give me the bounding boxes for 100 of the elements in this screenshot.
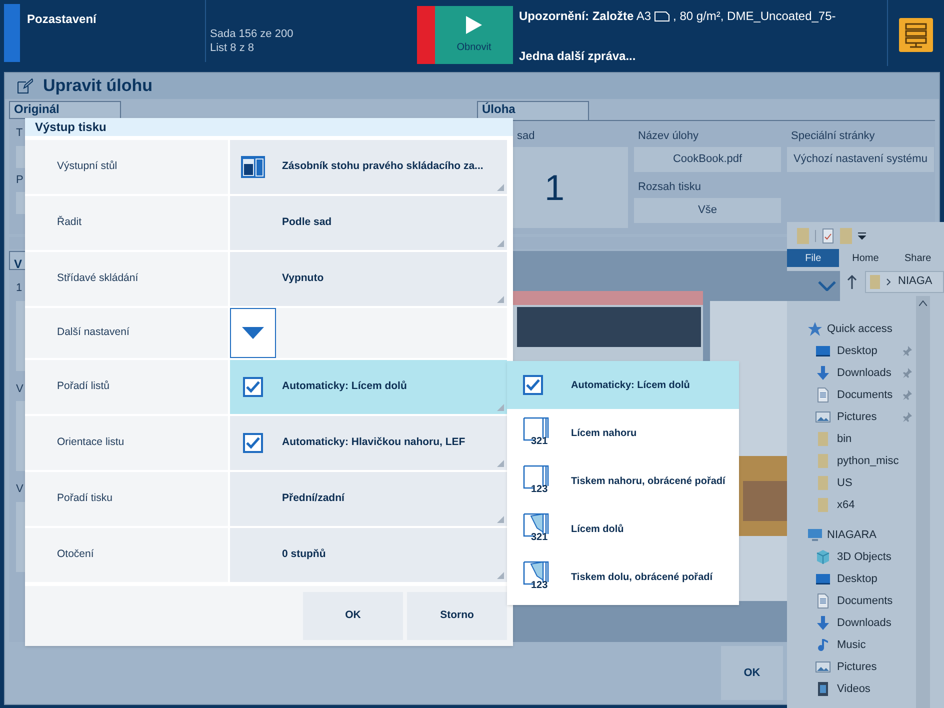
pin-icon[interactable] [902, 368, 912, 378]
field-label: 1 [16, 281, 22, 296]
expand-button[interactable] [230, 308, 276, 358]
menu-item[interactable]: Automaticky: Lícem dolů [507, 361, 739, 409]
ok-button[interactable]: OK [721, 646, 783, 700]
down-triangle-icon [242, 327, 264, 339]
alert-message: Upozornění: Založte A3 [519, 8, 652, 25]
chevron-down-icon [818, 281, 836, 291]
nav-item[interactable]: Downloads [807, 362, 916, 384]
dropdown-corner-icon [497, 296, 504, 303]
field-label: V [16, 482, 24, 497]
setting-label: Pořadí listů [57, 379, 110, 394]
alert-indicator [417, 6, 435, 64]
field[interactable]: Vše [634, 198, 781, 223]
nav-item[interactable]: Videos [807, 678, 916, 700]
dialog-button[interactable]: Storno [407, 592, 507, 640]
order-digits: 123 [531, 581, 548, 591]
nav-item[interactable]: Pictures [807, 656, 916, 678]
menu-item[interactable]: 321 Lícem dolů [507, 505, 739, 553]
field-label: Rozsah tisku [637, 180, 702, 195]
dropdown-corner-icon [497, 572, 504, 579]
option-select[interactable]: Podle sad [230, 196, 507, 250]
nav-item[interactable]: NIAGARA [807, 524, 916, 546]
set-counter: Sada 156 ze 200 [210, 27, 294, 41]
setting-label: Řadit [57, 215, 82, 230]
menu-item[interactable]: 123 Tiskem dolu, obrácené pořadí [507, 553, 739, 601]
nav-item[interactable]: Documents [807, 590, 916, 612]
tab[interactable]: Originál [9, 101, 121, 118]
nav-item[interactable]: x64 [807, 494, 916, 516]
menu-item[interactable]: 123 Tiskem nahoru, obrácené pořadí [507, 457, 739, 505]
nav-item[interactable]: bin [807, 428, 916, 450]
nav-item[interactable]: Desktop [807, 568, 916, 590]
checked-document-icon[interactable] [822, 228, 834, 244]
scrollbar[interactable] [916, 296, 930, 708]
dropdown-corner-icon [497, 460, 504, 467]
setting-label: Výstupní stůl [57, 159, 118, 174]
status-indicator [4, 4, 20, 62]
dropdown-arrow-icon[interactable] [858, 232, 866, 240]
folder-icon [815, 453, 831, 469]
order-digits: 123 [531, 485, 548, 495]
field-label: sad [516, 129, 536, 144]
music-note-icon [815, 637, 831, 653]
scroll-up-icon[interactable] [919, 300, 927, 306]
document-icon [815, 593, 831, 609]
field[interactable]: Výchozí nastavení systému [787, 147, 934, 172]
folder-icon [815, 497, 831, 513]
option-select[interactable]: Přední/zadní [230, 472, 507, 526]
status-text: Pozastavení [27, 11, 96, 28]
option-select[interactable]: Automaticky: Lícem dolů [230, 360, 507, 414]
picture-icon [815, 409, 831, 425]
nav-item[interactable]: US [807, 472, 916, 494]
server-icon[interactable] [899, 18, 933, 52]
paper-icon [654, 10, 670, 22]
dialog-button[interactable]: OK [303, 592, 403, 640]
edit-icon [17, 78, 33, 94]
resume-button[interactable]: Obnovit [435, 6, 513, 64]
order-digits: 321 [531, 437, 548, 447]
field-label: Název úlohy [637, 129, 700, 144]
nav-item[interactable]: Documents [807, 384, 916, 406]
more-messages-text: Jedna další zpráva... [519, 48, 637, 65]
expand-chevron-button[interactable] [787, 271, 840, 301]
pin-icon[interactable] [902, 390, 912, 400]
nav-item[interactable]: Downloads [807, 612, 916, 634]
address-bar[interactable]: NIAGA [865, 270, 944, 293]
chevron-right-icon [886, 278, 892, 286]
nav-item[interactable]: 3D Objects [807, 546, 916, 568]
folder-icon [815, 475, 831, 491]
dropdown-corner-icon [497, 184, 504, 191]
pin-icon[interactable] [902, 412, 912, 422]
field[interactable]: CookBook.pdf [634, 147, 781, 172]
up-arrow-icon[interactable] [847, 274, 857, 289]
option-select[interactable]: Automaticky: Hlavičkou nahoru, LEF [230, 416, 507, 470]
play-icon [466, 16, 482, 34]
checkbox[interactable] [243, 377, 263, 397]
dropdown-corner-icon [497, 240, 504, 247]
field-label: T [16, 126, 23, 141]
pin-icon[interactable] [902, 346, 912, 356]
nav-item[interactable]: python_misc [807, 450, 916, 472]
nav-item[interactable]: Pictures [807, 406, 916, 428]
option-select[interactable]: Zásobník stohu pravého skládacího za... [230, 140, 507, 194]
ribbon-tab[interactable]: Home [839, 249, 892, 268]
menu-item[interactable]: 321 Lícem nahoru [507, 409, 739, 457]
down-arrow-icon [815, 365, 831, 381]
checkbox[interactable] [243, 433, 263, 453]
option-select[interactable]: Vypnuto [230, 252, 507, 306]
folder-icon [815, 431, 831, 447]
picture-icon [815, 659, 831, 675]
ribbon-tab[interactable]: File [787, 249, 840, 268]
option-select[interactable]: 0 stupňů [230, 528, 507, 582]
output-tray-icon [241, 155, 265, 179]
tab[interactable]: Úloha [477, 101, 589, 120]
dropdown-corner-icon [497, 516, 504, 523]
checkbox[interactable] [523, 375, 543, 395]
nav-item[interactable]: Quick access [807, 318, 916, 340]
nav-item[interactable]: Music [807, 634, 916, 656]
computer-icon [807, 527, 823, 543]
document-icon [815, 387, 831, 403]
ribbon-tab[interactable]: Share [892, 249, 944, 268]
nav-item[interactable]: Desktop [807, 340, 916, 362]
star-icon [807, 321, 823, 337]
